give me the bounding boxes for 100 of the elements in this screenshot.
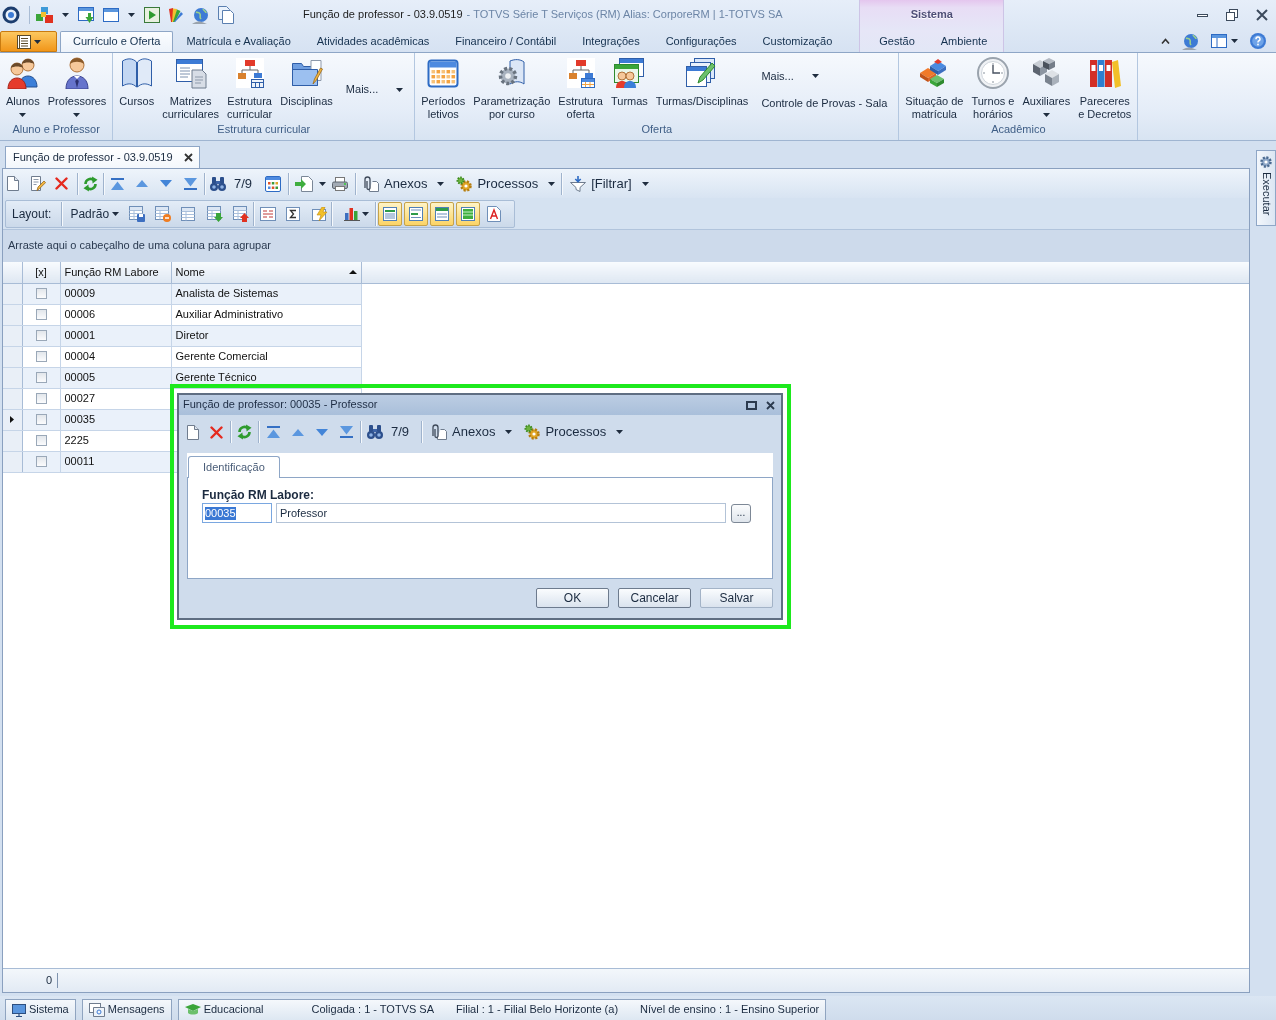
column-header[interactable]: [x] bbox=[22, 262, 60, 283]
remove-table-icon[interactable] bbox=[155, 206, 172, 222]
first-record-icon[interactable] bbox=[111, 177, 124, 190]
new-document-icon[interactable] bbox=[7, 176, 19, 191]
ribbon-button[interactable]: Estrutura curricular bbox=[224, 57, 276, 121]
first-record-icon[interactable] bbox=[267, 426, 280, 438]
row-checkbox[interactable] bbox=[35, 435, 47, 446]
view-toggle[interactable] bbox=[378, 202, 403, 226]
code-field[interactable]: 00035 bbox=[202, 503, 272, 524]
ribbon-tab[interactable]: Atividades acadêmicas bbox=[303, 31, 443, 52]
row-checkbox[interactable] bbox=[35, 393, 47, 404]
ribbon-tab[interactable]: Ambiente bbox=[927, 31, 1001, 52]
ribbon-tab[interactable]: Gestão bbox=[866, 31, 928, 52]
play-window-icon[interactable] bbox=[144, 7, 160, 23]
row-checkbox[interactable] bbox=[35, 414, 47, 425]
row-checkbox[interactable] bbox=[35, 456, 47, 467]
last-record-icon[interactable] bbox=[340, 426, 353, 438]
ribbon-button[interactable]: Professores bbox=[44, 57, 110, 117]
status-button[interactable]: Sistema bbox=[5, 999, 76, 1020]
ribbon-button[interactable]: Turnos e horários bbox=[968, 57, 1018, 121]
import-table-icon[interactable] bbox=[207, 206, 224, 222]
ribbon-button[interactable]: Estrutura oferta bbox=[555, 57, 606, 121]
side-tab[interactable]: Executar bbox=[1256, 150, 1276, 226]
tab[interactable]: Identificação bbox=[188, 456, 280, 478]
caret-icon[interactable] bbox=[362, 212, 370, 216]
refresh-icon[interactable] bbox=[83, 175, 98, 192]
ribbon-tab[interactable]: Currículo e Oferta bbox=[60, 31, 174, 52]
calendar-grid-icon[interactable] bbox=[265, 175, 282, 192]
export-icon[interactable] bbox=[295, 175, 314, 192]
color-fan-icon[interactable] bbox=[169, 7, 183, 23]
view-toggle[interactable] bbox=[430, 202, 455, 226]
maximize-icon[interactable] bbox=[746, 400, 757, 410]
row-checkbox[interactable] bbox=[35, 309, 47, 320]
lightning-icon[interactable] bbox=[312, 207, 329, 221]
column-header[interactable]: Função RM Labore bbox=[60, 262, 171, 283]
menu-button[interactable]: Anexos bbox=[431, 424, 513, 440]
menu-button[interactable]: Anexos bbox=[363, 175, 445, 192]
globe-icon[interactable] bbox=[1182, 32, 1199, 50]
binoculars-icon[interactable] bbox=[210, 176, 226, 191]
ribbon-button[interactable]: Situação de matrícula bbox=[902, 57, 967, 121]
delete-icon[interactable] bbox=[210, 425, 223, 439]
ribbon-button[interactable]: Turmas/Disciplinas bbox=[652, 57, 752, 108]
ribbon-button[interactable]: Períodos letivos bbox=[418, 57, 469, 121]
row-checkbox[interactable] bbox=[35, 288, 47, 299]
edit-document-icon[interactable] bbox=[31, 176, 46, 191]
help-icon[interactable] bbox=[1250, 33, 1266, 49]
bar-chart-icon[interactable] bbox=[344, 207, 361, 221]
layout-menu[interactable]: Padrão bbox=[70, 206, 120, 222]
ribbon-button[interactable]: Controle de Provas - Sala bbox=[761, 97, 888, 111]
ribbon-button[interactable]: Alunos bbox=[3, 57, 43, 117]
caret-icon[interactable] bbox=[319, 181, 327, 186]
caret-icon[interactable] bbox=[1231, 39, 1238, 43]
export-table-icon[interactable] bbox=[233, 206, 250, 222]
previous-record-icon[interactable] bbox=[136, 180, 148, 187]
ribbon-tab[interactable]: Integrações bbox=[569, 31, 653, 52]
column-header[interactable]: Nome bbox=[171, 262, 361, 283]
status-button[interactable]: Mensagens bbox=[81, 999, 172, 1020]
new-document-icon[interactable] bbox=[187, 424, 199, 440]
ribbon-button[interactable]: Mais... bbox=[761, 69, 888, 83]
window-icon[interactable] bbox=[103, 8, 119, 22]
last-record-icon[interactable] bbox=[184, 177, 197, 190]
window-layout-icon[interactable] bbox=[1211, 34, 1227, 48]
window-download-icon[interactable] bbox=[78, 7, 94, 23]
ribbon-button[interactable]: Cursos bbox=[116, 57, 158, 108]
row-checkbox[interactable] bbox=[35, 372, 47, 383]
row-checkbox[interactable] bbox=[35, 351, 47, 362]
menu-button[interactable]: Processos bbox=[456, 175, 556, 192]
ribbon-button[interactable]: Turmas bbox=[608, 57, 651, 108]
ribbon-button[interactable]: Pareceres e Decretos bbox=[1075, 57, 1135, 121]
refresh-icon[interactable] bbox=[237, 424, 252, 440]
ribbon-button[interactable]: Mais... bbox=[345, 83, 404, 97]
caret-icon[interactable] bbox=[62, 13, 69, 17]
colored-squares-icon[interactable] bbox=[36, 7, 53, 23]
next-record-icon[interactable] bbox=[316, 428, 328, 436]
view-toggle[interactable] bbox=[456, 202, 481, 226]
pages-icon[interactable] bbox=[218, 6, 234, 24]
ribbon-tab[interactable]: Financeiro / Contábil bbox=[442, 31, 570, 52]
close-icon[interactable] bbox=[183, 153, 193, 162]
menu-button[interactable]: [Filtrar] bbox=[570, 175, 649, 192]
list-icon[interactable] bbox=[260, 207, 277, 221]
dialog-button[interactable]: Salvar bbox=[700, 588, 773, 608]
close-icon[interactable] bbox=[766, 400, 775, 410]
printer-icon[interactable] bbox=[332, 176, 349, 191]
document-tab[interactable]: Função de professor - 03.9.0519 bbox=[5, 146, 200, 168]
module-button[interactable]: Educacional bbox=[184, 1003, 264, 1017]
ribbon-button[interactable]: Matrizes curriculares bbox=[159, 57, 223, 121]
restore-icon[interactable] bbox=[1226, 9, 1238, 21]
save-table-icon[interactable] bbox=[129, 206, 146, 222]
delete-icon[interactable] bbox=[55, 177, 68, 190]
binoculars-icon[interactable] bbox=[367, 425, 383, 439]
orb-icon[interactable] bbox=[2, 6, 20, 24]
previous-record-icon[interactable] bbox=[292, 428, 304, 436]
caret-icon[interactable] bbox=[128, 13, 135, 17]
minimize-icon[interactable] bbox=[1197, 13, 1208, 17]
menu-button[interactable]: Processos bbox=[524, 424, 624, 440]
ribbon-tab[interactable]: Customização bbox=[749, 31, 846, 52]
globe-icon[interactable] bbox=[192, 6, 209, 24]
ribbon-button[interactable]: Disciplinas bbox=[277, 57, 336, 108]
ribbon-tab[interactable]: Configurações bbox=[652, 31, 750, 52]
next-record-icon[interactable] bbox=[160, 180, 172, 187]
